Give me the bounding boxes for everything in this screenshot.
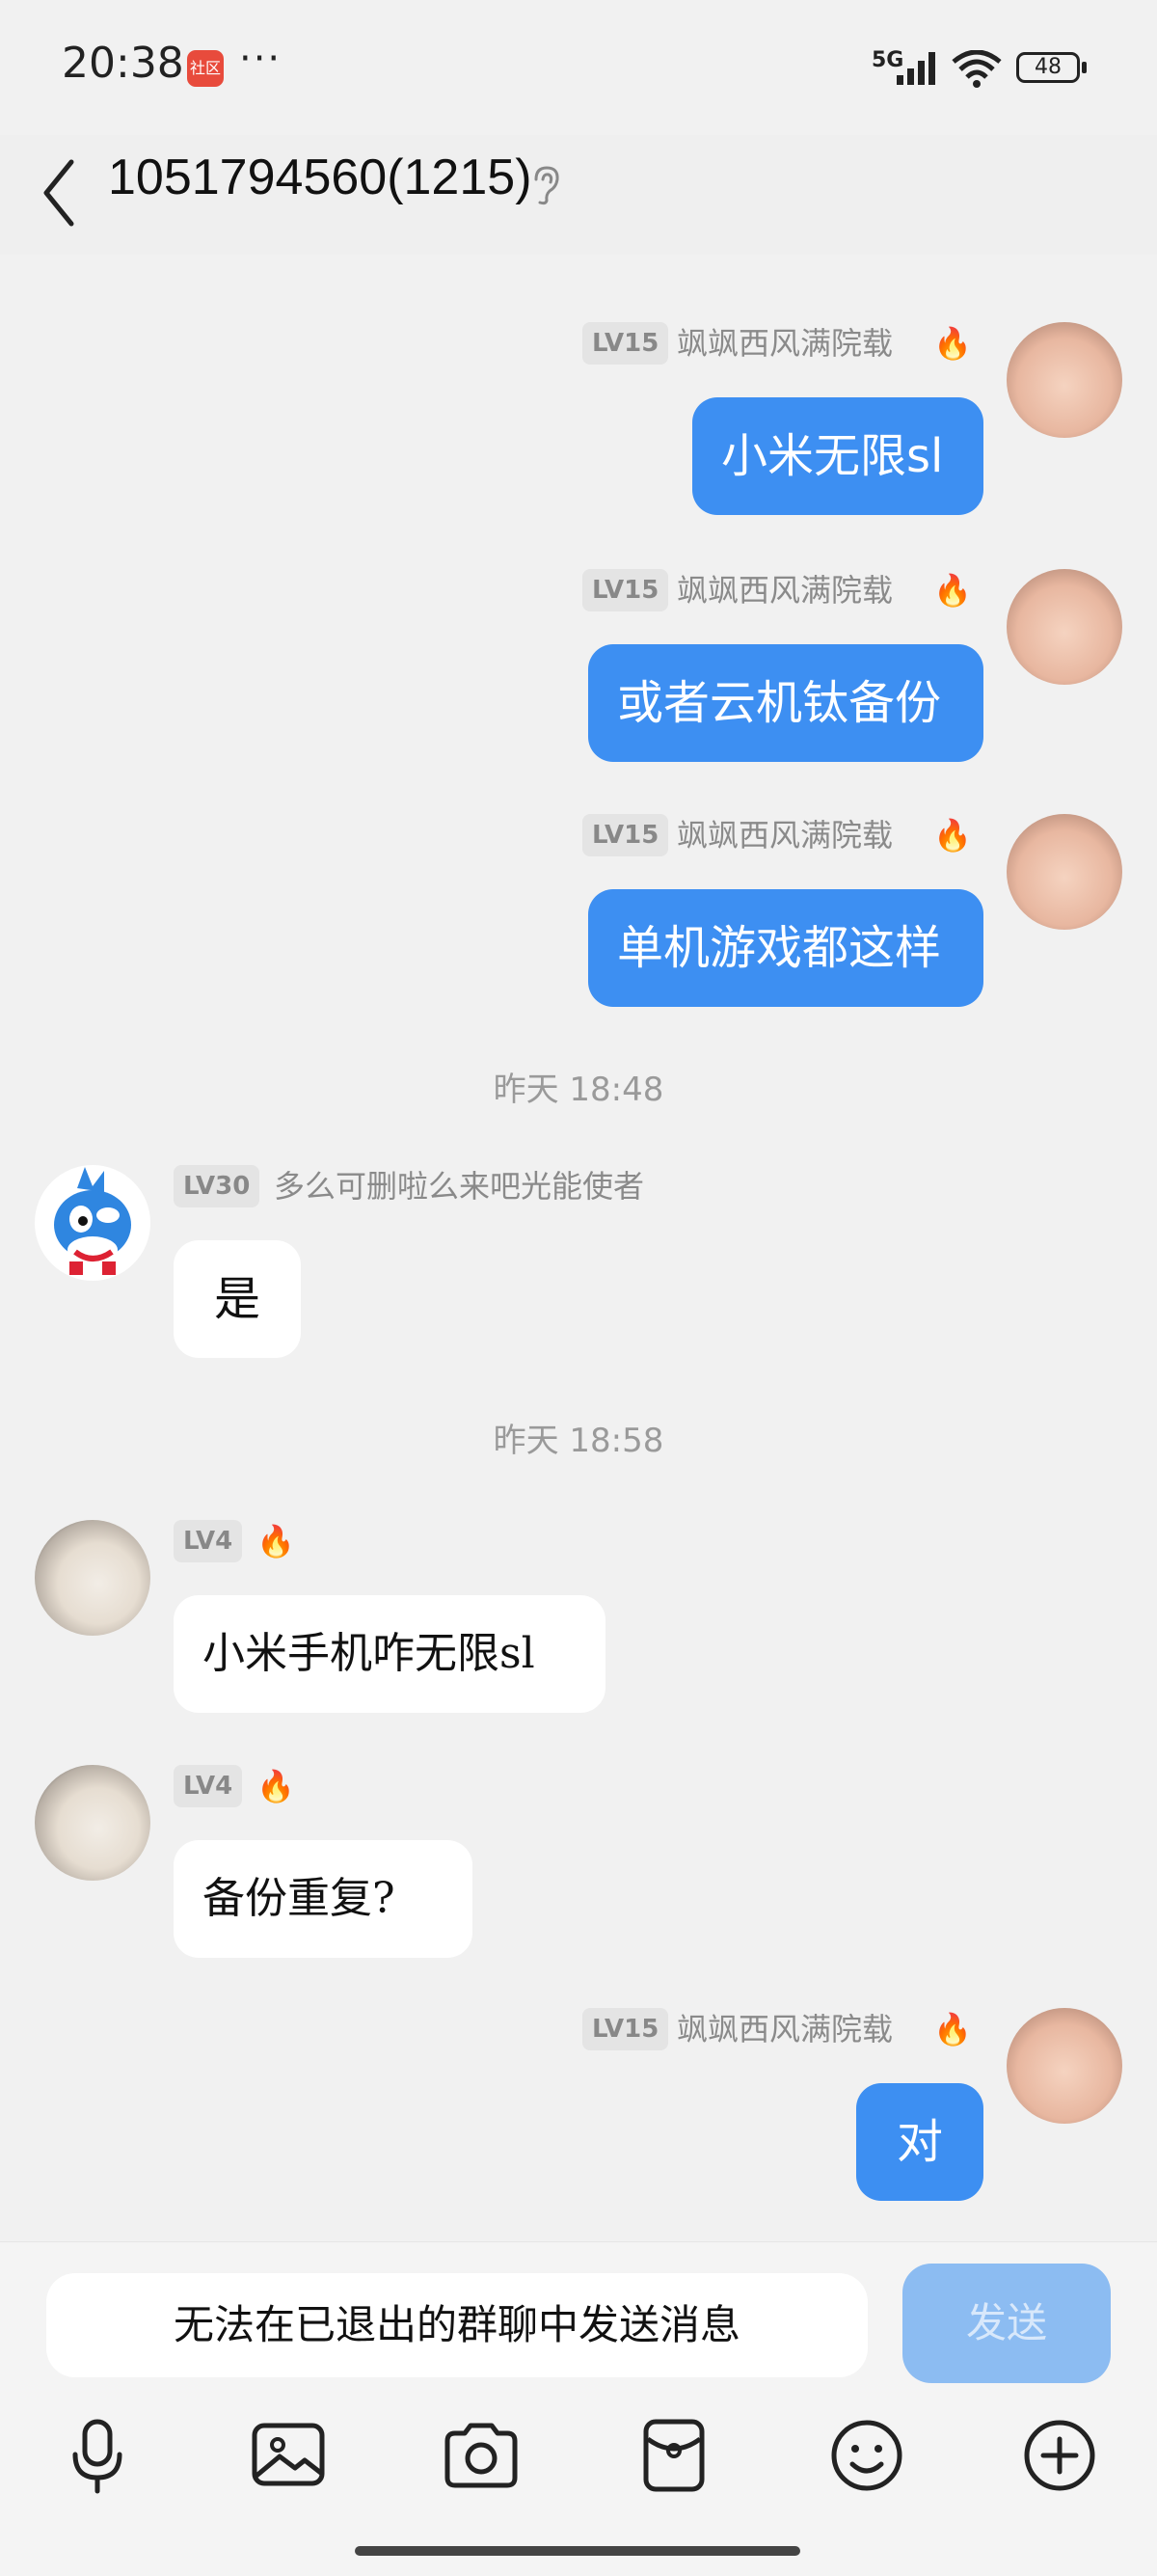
level-badge: LV15 <box>582 569 669 611</box>
flame-icon: 🔥 <box>256 1768 295 1804</box>
chat-messages[interactable]: LV15 飒飒西风满院载 🔥 小米无限sl LV15 飒飒西风满院载 🔥 或者云… <box>0 255 1157 2241</box>
avatar[interactable] <box>1007 814 1122 930</box>
ear-icon[interactable] <box>528 164 563 206</box>
back-arrow-icon[interactable] <box>39 154 81 231</box>
avatar[interactable] <box>1007 322 1122 438</box>
message-bubble[interactable]: 小米手机咋无限sl <box>174 1595 605 1713</box>
flame-icon: 🔥 <box>933 817 972 854</box>
level-badge: LV15 <box>582 814 669 856</box>
sender-name: 多么可删啦么来吧光能使者 <box>274 1168 645 1205</box>
level-badge: LV30 <box>174 1165 260 1207</box>
emoji-icon[interactable] <box>823 2412 910 2499</box>
message-bubble[interactable]: 小米无限sl <box>692 397 983 515</box>
avatar[interactable] <box>1007 2008 1122 2124</box>
app-badge-icon: 社区 <box>187 50 224 87</box>
input-bar: 无法在已退出的群聊中发送消息 发送 <box>0 2241 1157 2576</box>
status-bar: 20:38 社区 ··· 5G 48 <box>0 0 1157 135</box>
level-badge: LV4 <box>174 1765 243 1807</box>
sender-name: 飒飒西风满院载 <box>677 572 894 609</box>
timestamp: 昨天 18:58 <box>493 1422 664 1460</box>
sender-name: 飒飒西风满院载 <box>677 325 894 362</box>
message-bubble[interactable]: 对 <box>856 2083 983 2201</box>
level-badge: LV15 <box>582 2008 669 2050</box>
camera-icon[interactable] <box>438 2412 525 2499</box>
status-time: 20:38 <box>62 39 184 88</box>
battery-icon: 48 <box>1016 52 1080 83</box>
level-badge: LV4 <box>174 1520 243 1562</box>
message-bubble[interactable]: 是 <box>174 1240 301 1358</box>
level-badge: LV15 <box>582 322 669 365</box>
message-input[interactable]: 无法在已退出的群聊中发送消息 <box>46 2273 868 2377</box>
red-packet-icon[interactable] <box>631 2412 717 2499</box>
message-bubble[interactable]: 单机游戏都这样 <box>588 889 983 1007</box>
more-notifications-icon: ··· <box>239 37 283 81</box>
sender-name: 飒飒西风满院载 <box>677 817 894 854</box>
mic-icon[interactable] <box>54 2412 141 2499</box>
wifi-icon <box>952 50 1002 88</box>
signal-icon <box>897 52 935 85</box>
send-button[interactable]: 发送 <box>902 2264 1111 2383</box>
avatar[interactable] <box>35 1520 150 1636</box>
timestamp: 昨天 18:48 <box>493 1071 664 1109</box>
sender-name: 飒飒西风满院载 <box>677 2011 894 2047</box>
image-icon[interactable] <box>245 2412 332 2499</box>
flame-icon: 🔥 <box>933 325 972 362</box>
message-bubble[interactable]: 或者云机钛备份 <box>588 644 983 762</box>
flame-icon: 🔥 <box>933 2011 972 2047</box>
chat-header: 1051794560(1215) <box>0 135 1157 255</box>
avatar[interactable] <box>1007 569 1122 685</box>
battery-tip <box>1082 62 1087 73</box>
home-indicator[interactable] <box>355 2546 800 2556</box>
plus-icon[interactable] <box>1016 2412 1103 2499</box>
flame-icon: 🔥 <box>256 1523 295 1559</box>
avatar[interactable] <box>35 1765 150 1881</box>
mascot-avatar-icon <box>54 1167 131 1275</box>
page-title: 1051794560(1215) <box>108 149 532 205</box>
flame-icon: 🔥 <box>933 572 972 609</box>
avatar[interactable] <box>35 1165 150 1281</box>
message-bubble[interactable]: 备份重复? <box>174 1840 472 1958</box>
